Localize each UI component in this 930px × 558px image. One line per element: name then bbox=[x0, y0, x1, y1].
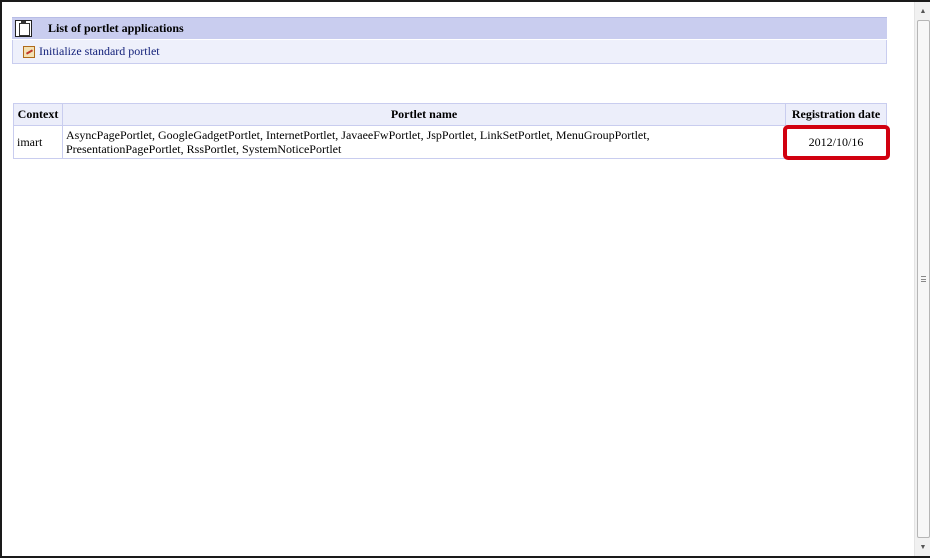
scrollbar-thumb[interactable] bbox=[917, 20, 930, 538]
scroll-down-arrow-icon[interactable]: ▼ bbox=[915, 539, 930, 555]
context-cell: imart bbox=[14, 126, 62, 158]
vertical-scrollbar[interactable]: ▲ ▼ bbox=[914, 2, 930, 556]
table-row: imart AsyncPagePortlet, GoogleGadgetPort… bbox=[14, 125, 890, 160]
edit-icon[interactable] bbox=[23, 45, 35, 58]
portlet-applications-table: Context Portlet name Registration date i… bbox=[13, 103, 890, 160]
clipboard-icon bbox=[15, 20, 32, 37]
page-content: List of portlet applications Initialize … bbox=[2, 2, 914, 556]
section-header: List of portlet applications bbox=[12, 17, 887, 39]
registration-date-cell: 2012/10/16 bbox=[783, 125, 890, 160]
column-header-context: Context bbox=[14, 104, 62, 125]
column-header-registration-date: Registration date bbox=[786, 104, 886, 125]
table-header-row: Context Portlet name Registration date bbox=[14, 104, 886, 125]
action-bar: Initialize standard portlet bbox=[12, 40, 887, 64]
grip-icon bbox=[921, 276, 926, 282]
page-title: List of portlet applications bbox=[48, 21, 184, 35]
portlet-names-line: PresentationPagePortlet, RssPortlet, Sys… bbox=[66, 142, 342, 156]
initialize-standard-portlet-link[interactable]: Initialize standard portlet bbox=[39, 44, 160, 59]
scroll-up-arrow-icon[interactable]: ▲ bbox=[915, 3, 930, 19]
portlet-names-line: AsyncPagePortlet, GoogleGadgetPortlet, I… bbox=[66, 128, 650, 142]
registration-date: 2012/10/16 bbox=[808, 135, 864, 149]
portlet-names-cell: AsyncPagePortlet, GoogleGadgetPortlet, I… bbox=[63, 126, 785, 158]
column-header-portlet-name: Portlet name bbox=[63, 104, 785, 125]
window-frame: List of portlet applications Initialize … bbox=[0, 0, 930, 558]
